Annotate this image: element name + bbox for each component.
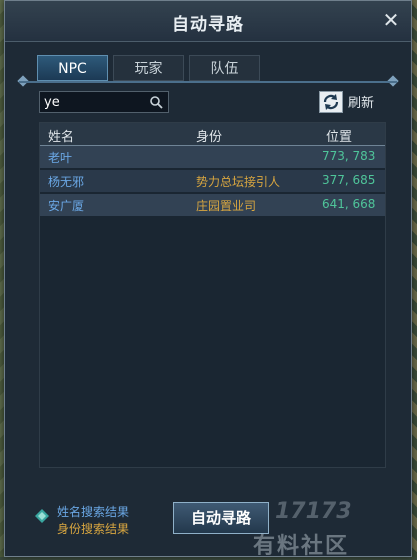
row-position: 773, 783 bbox=[322, 149, 376, 163]
search-icon[interactable] bbox=[149, 95, 163, 109]
table-header: 姓名 身份 位置 bbox=[40, 123, 385, 146]
row-position: 641, 668 bbox=[322, 197, 376, 211]
row-name: 老叶 bbox=[48, 151, 73, 165]
column-name: 姓名 bbox=[48, 130, 75, 145]
results-table: 姓名 身份 位置 老叶 773, 783 杨无邪 势力总坛接引人 377, 68… bbox=[39, 122, 386, 468]
row-position: 377, 685 bbox=[322, 173, 376, 187]
refresh-label[interactable]: 刷新 bbox=[348, 92, 374, 111]
title-bar: 自动寻路 ✕ bbox=[5, 1, 411, 42]
watermark-logo: 17173 bbox=[275, 499, 352, 524]
close-icon[interactable]: ✕ bbox=[381, 10, 401, 30]
gem-icon bbox=[35, 509, 49, 523]
auto-path-window: 自动寻路 ✕ NPC 玩家 队伍 刷新 姓名 身份 位置 老叶 bbox=[4, 0, 412, 559]
search-box bbox=[39, 91, 169, 113]
row-name: 安广厦 bbox=[48, 199, 85, 213]
table-row[interactable]: 安广厦 庄园置业司 641, 668 bbox=[40, 194, 385, 216]
legend-name-result: 姓名搜索结果 bbox=[57, 505, 130, 519]
refresh-icon bbox=[323, 94, 339, 110]
tab-team[interactable]: 队伍 bbox=[189, 55, 260, 81]
column-role: 身份 bbox=[196, 130, 223, 145]
search-input[interactable] bbox=[44, 93, 144, 111]
watermark-text: 有料社区 bbox=[253, 534, 350, 559]
refresh-button[interactable] bbox=[319, 91, 343, 113]
table-row[interactable]: 杨无邪 势力总坛接引人 377, 685 bbox=[40, 170, 385, 192]
tab-player[interactable]: 玩家 bbox=[113, 55, 184, 81]
window-title: 自动寻路 bbox=[172, 15, 244, 35]
table-row[interactable]: 老叶 773, 783 bbox=[40, 146, 385, 168]
tab-npc[interactable]: NPC bbox=[37, 55, 108, 81]
column-position: 位置 bbox=[326, 130, 353, 145]
row-role: 庄园置业司 bbox=[196, 199, 257, 213]
row-role: 势力总坛接引人 bbox=[196, 175, 281, 189]
row-name: 杨无邪 bbox=[48, 175, 85, 189]
legend-role-result: 身份搜索结果 bbox=[57, 522, 130, 536]
